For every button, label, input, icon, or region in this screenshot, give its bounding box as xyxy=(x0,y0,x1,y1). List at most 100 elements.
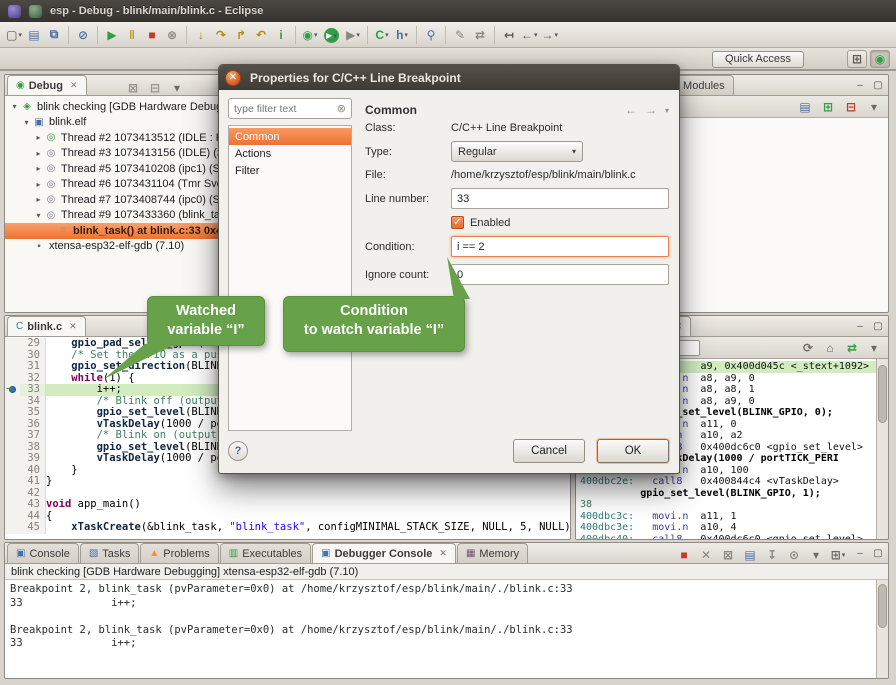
resume-icon[interactable]: ▶ xyxy=(102,25,122,45)
terminate-icon[interactable]: ■ xyxy=(142,25,162,45)
sync-with-stack-icon[interactable]: ⇄ xyxy=(842,338,862,358)
new-header-icon[interactable]: h▾ xyxy=(392,25,412,45)
minimize-icon[interactable]: – xyxy=(853,546,867,560)
open-perspective-icon[interactable]: ⊞ xyxy=(847,50,867,68)
disconnect-icon[interactable]: ⊗ xyxy=(162,25,182,45)
remove-register-group-icon[interactable]: ⊟ xyxy=(841,97,861,117)
dialog-sidebar-item-common[interactable]: Common xyxy=(229,128,351,145)
quick-access-button[interactable]: Quick Access xyxy=(712,51,804,68)
tree-expander-icon[interactable]: ▸ xyxy=(33,164,44,173)
maximize-icon[interactable]: ▢ xyxy=(871,546,885,560)
refresh-view-icon[interactable]: ⟳ xyxy=(798,338,818,358)
tree-expander-icon[interactable]: ▸ xyxy=(33,149,44,158)
suspend-icon[interactable]: ‖ xyxy=(122,25,142,45)
display-selected-console-icon[interactable]: ▾ xyxy=(806,545,826,565)
tree-expander-icon[interactable]: ▾ xyxy=(9,102,20,111)
add-register-group-icon[interactable]: ⊞ xyxy=(818,97,838,117)
editor-line[interactable]: 44{ xyxy=(5,511,570,523)
drop-to-frame-icon[interactable]: ↶ xyxy=(251,25,271,45)
skip-all-breakpoints-icon[interactable]: ⊘ xyxy=(73,25,93,45)
registers-view-menu-icon[interactable]: ▾ xyxy=(864,97,884,117)
clear-console-icon[interactable]: ▤ xyxy=(740,545,760,565)
maximize-icon[interactable]: ▢ xyxy=(871,78,885,92)
new-wizard-icon[interactable]: ▢▾ xyxy=(4,25,24,45)
previous-edit-icon[interactable]: ↤ xyxy=(499,25,519,45)
tab-blink-c[interactable]: Cblink.c✕ xyxy=(7,316,86,336)
step-over-icon[interactable]: ↷ xyxy=(211,25,231,45)
remove-all-launches-icon[interactable]: ⊠ xyxy=(718,545,738,565)
editor-line[interactable]: 41} xyxy=(5,476,570,488)
scrollbar-thumb[interactable] xyxy=(878,584,887,628)
run-icon[interactable]: ▶▾ xyxy=(324,28,339,43)
tree-expander-icon[interactable]: ▾ xyxy=(33,211,44,220)
window-menu-icon[interactable] xyxy=(29,5,42,18)
clear-filter-icon[interactable]: ⊗ xyxy=(337,102,346,115)
help-button[interactable]: ? xyxy=(228,441,248,461)
tab-memory[interactable]: ▦Memory xyxy=(457,543,528,563)
view-menu-icon[interactable]: ▾ xyxy=(665,106,669,115)
tab-problems[interactable]: ▲Problems xyxy=(140,543,218,563)
debug-perspective-button[interactable]: ◉ xyxy=(870,50,890,68)
save-all-icon[interactable]: ⧉ xyxy=(44,25,64,45)
collapse-all-icon[interactable]: ⊟ xyxy=(145,78,165,98)
tab-tasks[interactable]: ▧Tasks xyxy=(80,543,140,563)
goto-pc-icon[interactable]: ⌂ xyxy=(820,338,840,358)
editor-line[interactable]: 43void app_main() xyxy=(5,499,570,511)
dialog-close-icon[interactable]: ✕ xyxy=(225,70,241,86)
show-type-names-icon[interactable]: ▤ xyxy=(795,97,815,117)
save-icon[interactable]: ▤ xyxy=(24,25,44,45)
tab-debug[interactable]: ◉Debug✕ xyxy=(7,75,87,95)
remove-all-terminated-icon[interactable]: ⊠ xyxy=(123,78,143,98)
close-tab-icon[interactable]: ✕ xyxy=(70,80,78,91)
debug-view-menu-icon[interactable]: ▾ xyxy=(167,78,187,98)
remove-launch-icon[interactable]: ✕ xyxy=(696,545,716,565)
forward-icon[interactable]: → xyxy=(645,103,657,117)
instruction-stepping-icon[interactable]: i xyxy=(271,25,291,45)
editor-line[interactable]: 45 xTaskCreate(&blink_task, "blink_task"… xyxy=(5,522,570,534)
type-select[interactable]: Regular ▾ xyxy=(451,141,583,162)
enabled-checkbox[interactable]: ✓ xyxy=(451,216,464,229)
breakpoint-marker-icon[interactable]: → xyxy=(5,384,20,396)
code-line-text[interactable]: { xyxy=(46,511,570,523)
code-line-text[interactable]: void app_main() xyxy=(46,499,570,511)
dialog-sidebar-item-filter[interactable]: Filter xyxy=(229,162,351,179)
tab-debugger-console[interactable]: ▣Debugger Console✕ xyxy=(312,543,456,563)
debug-icon[interactable]: ◉▾ xyxy=(300,25,320,45)
code-line-text[interactable]: } xyxy=(46,476,570,488)
tree-expander-icon[interactable]: ▸ xyxy=(33,180,44,189)
back-icon[interactable]: ← xyxy=(625,103,637,117)
vertical-scrollbar[interactable] xyxy=(876,580,888,678)
titlebar[interactable]: esp - Debug - blink/main/blink.c - Eclip… xyxy=(0,0,896,22)
ok-button[interactable]: OK xyxy=(597,439,669,463)
minimize-icon[interactable]: – xyxy=(853,78,867,92)
minimize-icon[interactable]: – xyxy=(853,319,867,333)
tab-executables[interactable]: ▥Executables xyxy=(220,543,311,563)
open-console-icon[interactable]: ⊞▾ xyxy=(828,545,848,565)
mark-occurrences-icon[interactable]: ✎ xyxy=(450,25,470,45)
tab-console[interactable]: ▣Console xyxy=(7,543,79,563)
new-cpp-class-icon[interactable]: C▾ xyxy=(372,25,392,45)
forward-icon[interactable]: →▾ xyxy=(540,25,561,45)
ignore-count-input[interactable] xyxy=(451,264,669,285)
tree-expander-icon[interactable]: ▾ xyxy=(21,118,32,127)
scroll-lock-icon[interactable]: ↧ xyxy=(762,545,782,565)
code-line-text[interactable] xyxy=(46,488,570,500)
step-return-icon[interactable]: ↱ xyxy=(231,25,251,45)
terminate-launch-icon[interactable]: ■ xyxy=(674,545,694,565)
cancel-button[interactable]: Cancel xyxy=(513,439,585,463)
show-opcodes-icon[interactable]: ▾ xyxy=(864,338,884,358)
pin-console-icon[interactable]: ⊙ xyxy=(784,545,804,565)
tree-expander-icon[interactable]: ▸ xyxy=(33,133,44,142)
maximize-icon[interactable]: ▢ xyxy=(871,319,885,333)
condition-input[interactable] xyxy=(451,236,669,257)
vertical-scrollbar[interactable] xyxy=(876,359,888,539)
editor-line[interactable]: 42 xyxy=(5,488,570,500)
search-icon[interactable]: ⚲ xyxy=(421,25,441,45)
console-output[interactable]: Breakpoint 2, blink_task (pvParameter=0x… xyxy=(5,580,876,678)
filter-input[interactable] xyxy=(234,103,326,115)
link-with-editor-icon[interactable]: ⇄ xyxy=(470,25,490,45)
step-into-icon[interactable]: ↓ xyxy=(191,25,211,45)
tree-expander-icon[interactable]: ▸ xyxy=(33,195,44,204)
dialog-titlebar[interactable]: ✕ Properties for C/C++ Line Breakpoint xyxy=(219,65,679,90)
back-icon[interactable]: ←▾ xyxy=(519,25,540,45)
